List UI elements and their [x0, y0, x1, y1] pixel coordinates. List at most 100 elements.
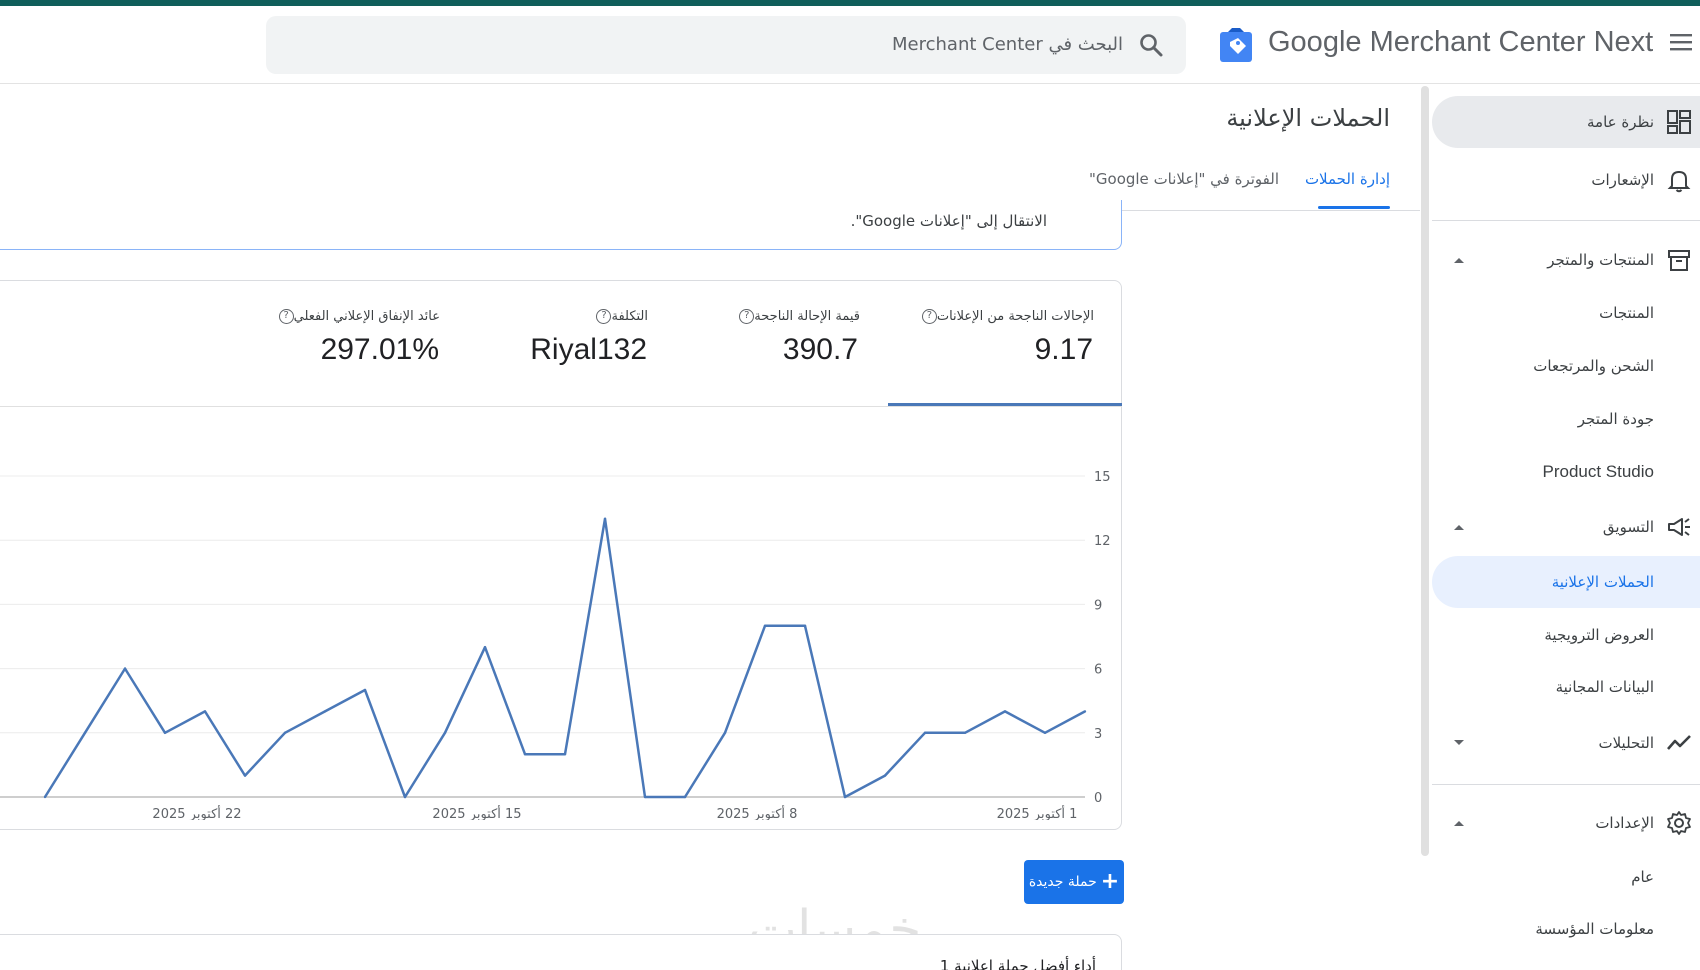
help-icon[interactable]: ?: [739, 309, 755, 324]
sidebar-item-notifications[interactable]: الإشعارات: [1432, 154, 1700, 206]
sidebar-item-general[interactable]: عام: [1432, 851, 1700, 903]
new-campaign-label: حملة جديدة: [1028, 874, 1097, 890]
data-point: [723, 731, 727, 734]
data-point: [843, 795, 847, 799]
selected-metric-indicator: [888, 403, 1122, 406]
metric-value-conversion-value: 390.7: [782, 333, 858, 366]
data-point: [123, 667, 127, 670]
sidebar-item-label: الإعدادات: [1595, 814, 1654, 832]
top-campaign-title: أداء أفضل حملة إعلانية 1: [939, 957, 1096, 970]
sidebar-item-label: جودة المتجر: [1577, 410, 1654, 428]
data-point: [163, 731, 167, 734]
sidebar-item-label: عام: [1631, 868, 1654, 886]
search-icon[interactable]: [1138, 32, 1164, 58]
hamburger-menu-icon[interactable]: [1668, 32, 1694, 52]
sidebar-item-product-studio[interactable]: Product Studio: [1432, 446, 1700, 498]
y-tick-label: 9: [1094, 598, 1102, 613]
tab-google-ads-billing[interactable]: الفوترة في "إعلانات Google": [1089, 170, 1279, 188]
page-title: الحملات الإعلانية: [1226, 104, 1390, 132]
sidebar-item-store-quality[interactable]: جودة المتجر: [1432, 393, 1700, 445]
sidebar-item-free-listings[interactable]: البيانات المجانية: [1432, 661, 1700, 713]
x-tick-label: 1 أكتوبر 2025: [997, 805, 1078, 820]
data-point: [683, 795, 687, 799]
metric-label-roas[interactable]: عائد الإنفاق الإعلاني الفعلي?: [275, 309, 440, 324]
chevron-up-icon[interactable]: [1452, 255, 1466, 265]
metric-label-text: قيمة الإحالة الناجحة: [754, 309, 860, 324]
sidebar-item-label: الإشعارات: [1591, 171, 1654, 189]
y-tick-label: 6: [1094, 663, 1102, 678]
store-icon: [1668, 250, 1690, 271]
sidebar-divider: [1432, 784, 1700, 785]
new-campaign-button[interactable]: + حملة جديدة: [1024, 860, 1124, 904]
data-point: [1083, 710, 1087, 713]
metric-label-text: الإحالات الناجحة من الإعلانات: [936, 309, 1094, 324]
analytics-trend-icon: [1667, 735, 1691, 750]
data-point: [243, 774, 247, 777]
search-input[interactable]: البحث في Merchant Center: [892, 34, 1123, 55]
y-tick-label: 3: [1094, 727, 1102, 742]
dashboard-icon: [1667, 110, 1691, 134]
sidebar-item-label: معلومات المؤسسة: [1535, 920, 1654, 938]
sidebar-item-overview[interactable]: نظرة عامة: [1432, 96, 1700, 148]
sidebar-item-campaigns[interactable]: الحملات الإعلانية: [1432, 556, 1700, 608]
tab-manage-campaigns[interactable]: إدارة الحملات: [1305, 170, 1390, 188]
sidebar-item-label: الشحن والمرتجعات: [1533, 357, 1654, 375]
sidebar-item-products[interactable]: المنتجات: [1432, 287, 1700, 339]
data-point: [483, 646, 487, 649]
sidebar-item-shipping-returns[interactable]: الشحن والمرتجعات: [1432, 340, 1700, 392]
chevron-up-icon[interactable]: [1452, 522, 1466, 532]
metric-label-text: عائد الإنفاق الإعلاني الفعلي: [293, 309, 440, 324]
data-point: [883, 774, 887, 777]
help-icon[interactable]: ?: [921, 309, 937, 324]
data-point: [563, 753, 567, 756]
chevron-down-icon[interactable]: [1452, 738, 1466, 748]
app-title: Google Merchant Center Next: [1268, 26, 1654, 58]
content-scrollbar[interactable]: [1421, 86, 1429, 856]
sidebar-item-label: التسويق: [1602, 518, 1654, 536]
metric-label-cost[interactable]: التكلفة?: [592, 309, 648, 324]
sidebar-item-analytics[interactable]: التحليلات: [1432, 717, 1700, 769]
data-point: [523, 753, 527, 756]
data-point: [283, 731, 287, 734]
data-point: [963, 731, 967, 734]
x-tick-label: 22 أكتوبر 2025: [152, 805, 241, 820]
help-icon[interactable]: ?: [596, 309, 612, 324]
sidebar-item-label: التحليلات: [1598, 734, 1654, 752]
sidebar-item-products-and-store[interactable]: المنتجات والمتجر: [1432, 234, 1700, 286]
data-point: [1003, 710, 1007, 713]
metric-value-conversions: 9.17: [1034, 333, 1093, 366]
sidebar-item-promotions[interactable]: العروض الترويجية: [1432, 609, 1700, 661]
data-point: [403, 795, 407, 799]
gear-icon: [1667, 811, 1691, 835]
megaphone-icon: [1668, 518, 1690, 536]
data-point: [83, 731, 87, 734]
sidebar-item-marketing[interactable]: التسويق: [1432, 501, 1700, 553]
banner-link[interactable]: الانتقال إلى "إعلانات Google".: [851, 212, 1047, 230]
y-tick-label: 0: [1094, 791, 1102, 806]
data-point: [923, 731, 927, 734]
sidebar-item-label: المنتجات والمتجر: [1547, 251, 1654, 269]
data-point: [363, 688, 367, 692]
sidebar-item-label: البيانات المجانية: [1555, 678, 1654, 696]
metric-label-text: التكلفة: [611, 309, 648, 324]
help-icon[interactable]: ?: [278, 309, 294, 324]
sidebar-item-settings[interactable]: الإعدادات: [1432, 797, 1700, 849]
data-point: [1043, 731, 1047, 734]
chevron-up-icon[interactable]: [1452, 818, 1466, 828]
sidebar-item-business-info[interactable]: معلومات المؤسسة: [1432, 903, 1700, 955]
data-point: [323, 710, 327, 713]
data-point: [443, 731, 447, 734]
metric-label-conversion-value[interactable]: قيمة الإحالة الناجحة?: [735, 309, 860, 324]
metric-value-cost: Riyal132: [530, 333, 647, 366]
metric-label-conversions[interactable]: الإحالات الناجحة من الإعلانات?: [918, 309, 1094, 324]
sidebar-item-label: نظرة عامة: [1587, 113, 1654, 131]
sidebar-item-label: العروض الترويجية: [1544, 626, 1654, 644]
data-point: [603, 517, 607, 520]
data-point: [43, 795, 47, 799]
merchant-center-logo-icon: [1220, 28, 1252, 62]
data-point: [803, 624, 807, 627]
bell-icon: [1667, 170, 1691, 193]
metric-value-roas: 297.01%: [320, 333, 439, 366]
x-tick-label: 8 أكتوبر 2025: [717, 805, 798, 820]
data-point: [643, 795, 647, 799]
